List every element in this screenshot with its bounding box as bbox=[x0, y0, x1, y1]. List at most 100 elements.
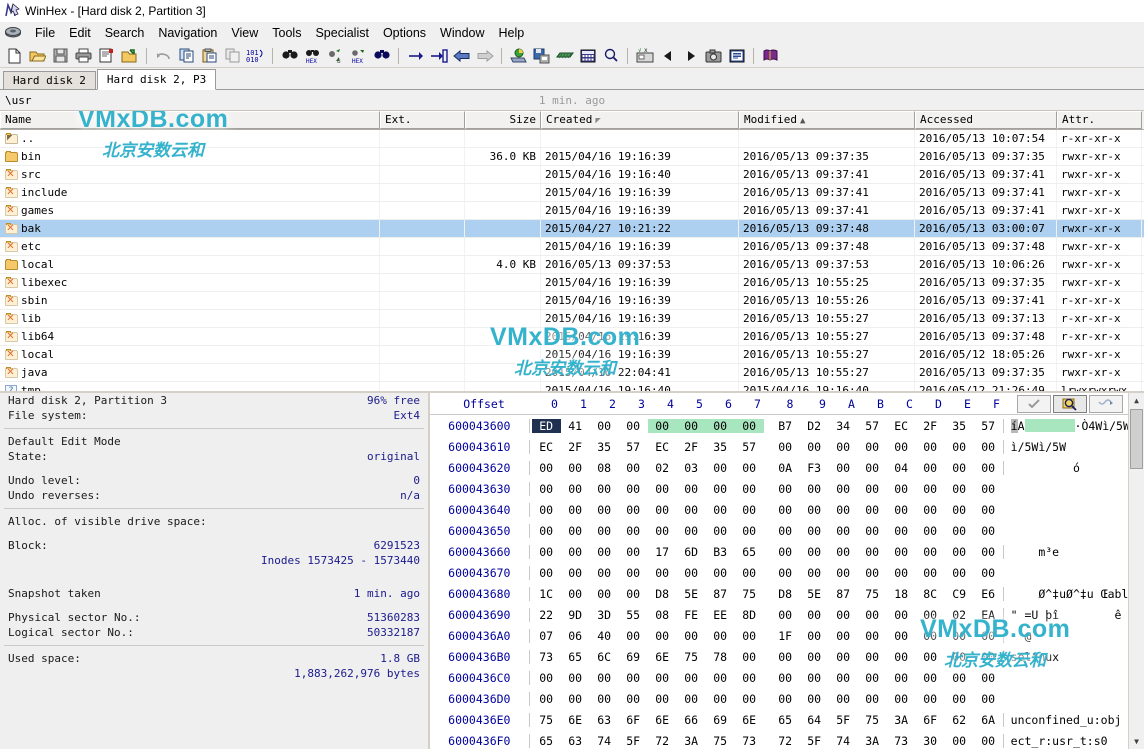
hex-byte[interactable]: 00 bbox=[887, 629, 916, 643]
hex-byte[interactable]: 00 bbox=[677, 566, 706, 580]
hex-byte[interactable]: 00 bbox=[945, 503, 974, 517]
hex-byte[interactable]: 00 bbox=[735, 671, 764, 685]
hex-byte[interactable]: 00 bbox=[800, 692, 829, 706]
hex-byte[interactable]: 00 bbox=[829, 566, 858, 580]
hex-byte[interactable]: 00 bbox=[916, 692, 945, 706]
paste-into-icon[interactable] bbox=[221, 45, 244, 66]
table-row[interactable]: ✕ sbin 2015/04/16 19:16:39 2016/05/13 10:55… bbox=[0, 292, 1144, 310]
hex-byte[interactable]: 00 bbox=[677, 692, 706, 706]
hex-byte[interactable]: 00 bbox=[916, 566, 945, 580]
hex-byte[interactable]: 00 bbox=[829, 671, 858, 685]
hex-byte[interactable]: 00 bbox=[590, 503, 619, 517]
hex-byte[interactable]: 00 bbox=[916, 440, 945, 454]
open-image-icon[interactable] bbox=[507, 45, 530, 66]
system-menu-icon[interactable] bbox=[4, 25, 24, 41]
hex-byte[interactable]: EC bbox=[887, 419, 916, 433]
hex-byte[interactable]: 00 bbox=[829, 608, 858, 622]
hex-row[interactable]: 600043620 00 00 08 00 02 03 00 00 0A F3 00 00 04 00 00 0… bbox=[430, 457, 1144, 478]
hex-byte[interactable]: D8 bbox=[771, 587, 800, 601]
hex-byte[interactable]: EE bbox=[706, 608, 735, 622]
hex-byte[interactable]: 00 bbox=[590, 545, 619, 559]
hex-byte[interactable]: 00 bbox=[532, 671, 561, 685]
undo-icon[interactable] bbox=[152, 45, 175, 66]
hex-byte[interactable]: EC bbox=[532, 440, 561, 454]
hex-byte[interactable]: 00 bbox=[734, 418, 764, 433]
hex-byte[interactable]: 6E bbox=[735, 713, 764, 727]
menu-item-view[interactable]: View bbox=[224, 24, 265, 42]
hex-byte[interactable]: 00 bbox=[858, 566, 887, 580]
hex-byte[interactable]: 00 bbox=[887, 524, 916, 538]
hex-byte[interactable]: 00 bbox=[771, 503, 800, 517]
hex-byte[interactable]: D2 bbox=[800, 419, 829, 433]
hex-byte[interactable]: 00 bbox=[561, 692, 590, 706]
hex-byte[interactable]: 75 bbox=[735, 587, 764, 601]
hex-byte[interactable]: 02 bbox=[945, 608, 974, 622]
hex-byte[interactable]: 00 bbox=[916, 503, 945, 517]
hex-row[interactable]: 6000436B0 73 65 6C 69 6E 75 78 00 00 00 00 00 00 00 00 0… bbox=[430, 646, 1144, 667]
hex-byte[interactable]: 72 bbox=[771, 734, 800, 748]
hex-byte[interactable]: EA bbox=[974, 608, 1003, 622]
hex-byte[interactable]: 00 bbox=[619, 587, 648, 601]
hex-byte[interactable]: 65 bbox=[532, 734, 561, 748]
hex-ascii[interactable]: selinux bbox=[1002, 649, 1144, 664]
table-row[interactable]: bin 36.0 KB 2015/04/16 19:16:39 2016/05/13 … bbox=[0, 148, 1144, 166]
hex-byte[interactable]: 00 bbox=[916, 629, 945, 643]
hex-byte[interactable]: 41 bbox=[561, 419, 590, 433]
hex-byte[interactable]: 00 bbox=[829, 440, 858, 454]
hex-byte[interactable]: 00 bbox=[532, 692, 561, 706]
hex-row[interactable]: 600043660 00 00 00 00 17 6D B3 65 00 00 00 00 00 00 00 0… bbox=[430, 541, 1144, 562]
hex-byte[interactable]: 65 bbox=[735, 545, 764, 559]
hex-byte[interactable]: 5E bbox=[800, 587, 829, 601]
hex-byte[interactable]: 1F bbox=[771, 629, 800, 643]
hex-byte[interactable]: 00 bbox=[829, 482, 858, 496]
hex-byte[interactable]: 00 bbox=[561, 587, 590, 601]
hex-byte[interactable]: 73 bbox=[887, 734, 916, 748]
hex-byte[interactable]: 2F bbox=[916, 419, 945, 433]
hex-byte[interactable]: 00 bbox=[532, 545, 561, 559]
hex-byte[interactable]: 6E bbox=[648, 650, 677, 664]
search-magnifier-icon[interactable] bbox=[1053, 394, 1087, 413]
hex-ascii[interactable]: @ bbox=[1002, 628, 1144, 643]
hex-byte[interactable]: 3A bbox=[858, 734, 887, 748]
next-icon[interactable] bbox=[679, 45, 702, 66]
hex-byte[interactable]: 00 bbox=[619, 671, 648, 685]
replace-hex-icon[interactable]: HEX bbox=[347, 45, 370, 66]
hex-row[interactable]: 600043670 00 00 00 00 00 00 00 00 00 00 00 00 00 00 00 0… bbox=[430, 562, 1144, 583]
hex-byte[interactable]: 2F bbox=[677, 440, 706, 454]
hex-row[interactable]: 6000436C0 00 00 00 00 00 00 00 00 00 00 00 00 00 00 00 0… bbox=[430, 667, 1144, 688]
hex-byte[interactable]: 00 bbox=[974, 503, 1003, 517]
hex-byte[interactable]: 63 bbox=[590, 713, 619, 727]
hex-byte[interactable]: 00 bbox=[677, 482, 706, 496]
hex-byte[interactable]: 00 bbox=[771, 650, 800, 664]
replace-text-icon[interactable]: B bbox=[324, 45, 347, 66]
hex-byte[interactable]: 0A bbox=[771, 461, 800, 475]
squiggle-arrow-icon[interactable] bbox=[1089, 394, 1123, 413]
table-row[interactable]: local 4.0 KB 2016/05/13 09:37:53 2016/05/13… bbox=[0, 256, 1144, 274]
hex-byte[interactable]: F3 bbox=[800, 461, 829, 475]
hex-byte[interactable]: 00 bbox=[829, 629, 858, 643]
menu-item-options[interactable]: Options bbox=[376, 24, 433, 42]
hex-byte[interactable]: 5F bbox=[829, 713, 858, 727]
hex-byte[interactable]: 00 bbox=[532, 461, 561, 475]
table-row[interactable]: ✕ src 2015/04/16 19:16:40 2016/05/13 09:37:… bbox=[0, 166, 1144, 184]
hex-byte[interactable]: 87 bbox=[706, 587, 735, 601]
hex-byte[interactable]: 00 bbox=[800, 482, 829, 496]
hex-byte[interactable]: 03 bbox=[677, 461, 706, 475]
hex-byte[interactable]: 57 bbox=[619, 440, 648, 454]
column-header-size[interactable]: Size bbox=[465, 111, 541, 129]
hex-byte[interactable]: 00 bbox=[974, 671, 1003, 685]
hex-byte[interactable]: 00 bbox=[916, 482, 945, 496]
hex-byte[interactable]: 00 bbox=[561, 671, 590, 685]
hex-byte[interactable]: 00 bbox=[858, 482, 887, 496]
hex-byte[interactable]: 00 bbox=[945, 482, 974, 496]
hex-byte[interactable]: 00 bbox=[590, 524, 619, 538]
hex-byte[interactable]: 57 bbox=[858, 419, 887, 433]
menu-item-file[interactable]: File bbox=[28, 24, 62, 42]
hex-byte[interactable]: 00 bbox=[771, 545, 800, 559]
hex-byte[interactable]: 06 bbox=[561, 629, 590, 643]
hex-byte[interactable]: 00 bbox=[677, 524, 706, 538]
hex-byte[interactable]: 00 bbox=[561, 566, 590, 580]
hex-byte[interactable]: 00 bbox=[619, 419, 648, 433]
back-arrow-icon[interactable] bbox=[450, 45, 473, 66]
hex-byte[interactable]: 5F bbox=[800, 734, 829, 748]
